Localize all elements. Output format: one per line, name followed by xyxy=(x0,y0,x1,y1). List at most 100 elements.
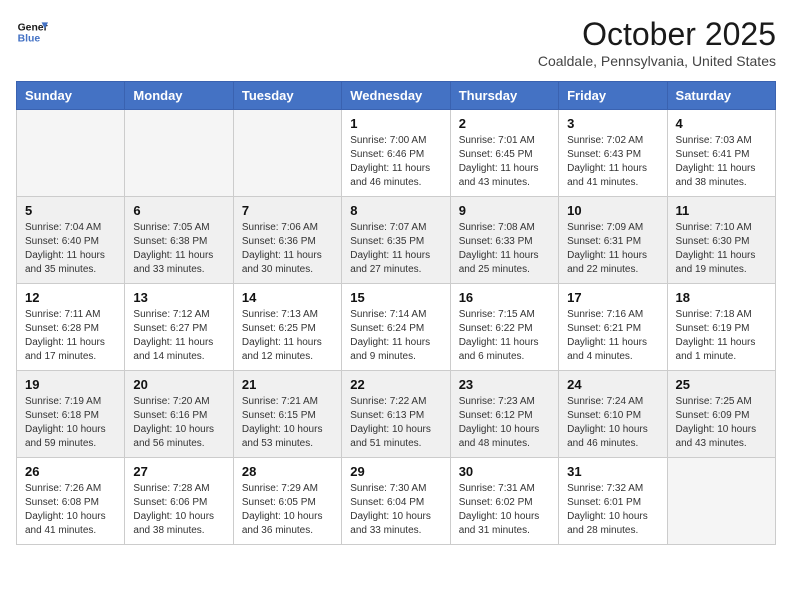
table-row: 14 Sunrise: 7:13 AM Sunset: 6:25 PM Dayli… xyxy=(233,284,341,371)
day-number: 13 xyxy=(133,290,224,305)
col-sunday: Sunday xyxy=(17,82,125,110)
table-row xyxy=(667,458,775,545)
day-info: Sunrise: 7:18 AM Sunset: 6:19 PM Dayligh… xyxy=(676,308,767,364)
table-row: 13 Sunrise: 7:12 AM Sunset: 6:27 PM Dayli… xyxy=(125,284,233,371)
day-info: Sunrise: 7:15 AM Sunset: 6:22 PM Dayligh… xyxy=(459,308,550,364)
day-number: 8 xyxy=(350,203,441,218)
day-number: 23 xyxy=(459,377,550,392)
table-row: 9 Sunrise: 7:08 AM Sunset: 6:33 PM Daylig… xyxy=(450,197,558,284)
svg-text:Blue: Blue xyxy=(18,34,41,45)
day-info: Sunrise: 7:32 AM Sunset: 6:01 PM Dayligh… xyxy=(567,482,658,538)
day-number: 20 xyxy=(133,377,224,392)
day-info: Sunrise: 7:24 AM Sunset: 6:10 PM Dayligh… xyxy=(567,395,658,451)
day-number: 16 xyxy=(459,290,550,305)
table-row: 2Sunrise: 7:01 AM Sunset: 6:45 PM Daylig… xyxy=(450,110,558,197)
calendar-week-row: 26 Sunrise: 7:26 AM Sunset: 6:08 PM Dayli… xyxy=(17,458,776,545)
table-row: 15 Sunrise: 7:14 AM Sunset: 6:24 PM Dayli… xyxy=(342,284,450,371)
day-info: Sunrise: 7:02 AM Sunset: 6:43 PM Dayligh… xyxy=(567,134,658,190)
table-row: 26 Sunrise: 7:26 AM Sunset: 6:08 PM Dayli… xyxy=(17,458,125,545)
day-info: Sunrise: 7:14 AM Sunset: 6:24 PM Dayligh… xyxy=(350,308,441,364)
table-row: 17Sunrise: 7:16 AM Sunset: 6:21 PM Dayli… xyxy=(559,284,667,371)
table-row xyxy=(17,110,125,197)
table-row: 16 Sunrise: 7:15 AM Sunset: 6:22 PM Dayli… xyxy=(450,284,558,371)
calendar-week-row: 12Sunrise: 7:11 AM Sunset: 6:28 PM Dayli… xyxy=(17,284,776,371)
col-saturday: Saturday xyxy=(667,82,775,110)
day-info: Sunrise: 7:07 AM Sunset: 6:35 PM Dayligh… xyxy=(350,221,441,277)
page-header: General Blue October 2025 Coaldale, Penn… xyxy=(16,16,776,69)
day-number: 15 xyxy=(350,290,441,305)
day-info: Sunrise: 7:19 AM Sunset: 6:18 PM Dayligh… xyxy=(25,395,116,451)
day-info: Sunrise: 7:10 AM Sunset: 6:30 PM Dayligh… xyxy=(676,221,767,277)
table-row xyxy=(125,110,233,197)
day-info: Sunrise: 7:22 AM Sunset: 6:13 PM Dayligh… xyxy=(350,395,441,451)
day-number: 12 xyxy=(25,290,116,305)
day-info: Sunrise: 7:05 AM Sunset: 6:38 PM Dayligh… xyxy=(133,221,224,277)
table-row: 30Sunrise: 7:31 AM Sunset: 6:02 PM Dayli… xyxy=(450,458,558,545)
col-tuesday: Tuesday xyxy=(233,82,341,110)
table-row: 1Sunrise: 7:00 AM Sunset: 6:46 PM Daylig… xyxy=(342,110,450,197)
table-row: 20 Sunrise: 7:20 AM Sunset: 6:16 PM Dayli… xyxy=(125,371,233,458)
table-row: 21 Sunrise: 7:21 AM Sunset: 6:15 PM Dayli… xyxy=(233,371,341,458)
day-info: Sunrise: 7:09 AM Sunset: 6:31 PM Dayligh… xyxy=(567,221,658,277)
day-info: Sunrise: 7:13 AM Sunset: 6:25 PM Dayligh… xyxy=(242,308,333,364)
day-number: 3 xyxy=(567,116,658,131)
day-info: Sunrise: 7:30 AM Sunset: 6:04 PM Dayligh… xyxy=(350,482,441,538)
day-number: 18 xyxy=(676,290,767,305)
day-number: 27 xyxy=(133,464,224,479)
col-monday: Monday xyxy=(125,82,233,110)
day-number: 17 xyxy=(567,290,658,305)
day-number: 28 xyxy=(242,464,333,479)
day-info: Sunrise: 7:23 AM Sunset: 6:12 PM Dayligh… xyxy=(459,395,550,451)
table-row: 4Sunrise: 7:03 AM Sunset: 6:41 PM Daylig… xyxy=(667,110,775,197)
table-row: 18 Sunrise: 7:18 AM Sunset: 6:19 PM Dayli… xyxy=(667,284,775,371)
day-info: Sunrise: 7:00 AM Sunset: 6:46 PM Dayligh… xyxy=(350,134,441,190)
logo: General Blue xyxy=(16,16,48,48)
day-number: 25 xyxy=(676,377,767,392)
table-row: 22Sunrise: 7:22 AM Sunset: 6:13 PM Dayli… xyxy=(342,371,450,458)
day-number: 24 xyxy=(567,377,658,392)
table-row: 7 Sunrise: 7:06 AM Sunset: 6:36 PM Daylig… xyxy=(233,197,341,284)
table-row: 6 Sunrise: 7:05 AM Sunset: 6:38 PM Daylig… xyxy=(125,197,233,284)
day-info: Sunrise: 7:06 AM Sunset: 6:36 PM Dayligh… xyxy=(242,221,333,277)
day-info: Sunrise: 7:12 AM Sunset: 6:27 PM Dayligh… xyxy=(133,308,224,364)
day-number: 31 xyxy=(567,464,658,479)
table-row: 8 Sunrise: 7:07 AM Sunset: 6:35 PM Daylig… xyxy=(342,197,450,284)
day-number: 21 xyxy=(242,377,333,392)
calendar-table: Sunday Monday Tuesday Wednesday Thursday… xyxy=(16,81,776,545)
col-thursday: Thursday xyxy=(450,82,558,110)
table-row: 5Sunrise: 7:04 AM Sunset: 6:40 PM Daylig… xyxy=(17,197,125,284)
calendar-header-row: Sunday Monday Tuesday Wednesday Thursday… xyxy=(17,82,776,110)
table-row: 10 Sunrise: 7:09 AM Sunset: 6:31 PM Dayli… xyxy=(559,197,667,284)
table-row: 12Sunrise: 7:11 AM Sunset: 6:28 PM Dayli… xyxy=(17,284,125,371)
day-number: 6 xyxy=(133,203,224,218)
day-number: 29 xyxy=(350,464,441,479)
day-number: 11 xyxy=(676,203,767,218)
day-info: Sunrise: 7:26 AM Sunset: 6:08 PM Dayligh… xyxy=(25,482,116,538)
day-info: Sunrise: 7:03 AM Sunset: 6:41 PM Dayligh… xyxy=(676,134,767,190)
col-friday: Friday xyxy=(559,82,667,110)
table-row: 19Sunrise: 7:19 AM Sunset: 6:18 PM Dayli… xyxy=(17,371,125,458)
day-number: 10 xyxy=(567,203,658,218)
day-info: Sunrise: 7:28 AM Sunset: 6:06 PM Dayligh… xyxy=(133,482,224,538)
table-row: 23 Sunrise: 7:23 AM Sunset: 6:12 PM Dayli… xyxy=(450,371,558,458)
day-number: 26 xyxy=(25,464,116,479)
day-info: Sunrise: 7:25 AM Sunset: 6:09 PM Dayligh… xyxy=(676,395,767,451)
day-number: 9 xyxy=(459,203,550,218)
logo-icon: General Blue xyxy=(16,16,48,48)
calendar-week-row: 1Sunrise: 7:00 AM Sunset: 6:46 PM Daylig… xyxy=(17,110,776,197)
day-info: Sunrise: 7:21 AM Sunset: 6:15 PM Dayligh… xyxy=(242,395,333,451)
day-info: Sunrise: 7:08 AM Sunset: 6:33 PM Dayligh… xyxy=(459,221,550,277)
table-row: 24 Sunrise: 7:24 AM Sunset: 6:10 PM Dayli… xyxy=(559,371,667,458)
location: Coaldale, Pennsylvania, United States xyxy=(538,53,776,69)
col-wednesday: Wednesday xyxy=(342,82,450,110)
title-area: October 2025 Coaldale, Pennsylvania, Uni… xyxy=(538,16,776,69)
day-number: 7 xyxy=(242,203,333,218)
table-row: 27 Sunrise: 7:28 AM Sunset: 6:06 PM Dayli… xyxy=(125,458,233,545)
table-row: 29 Sunrise: 7:30 AM Sunset: 6:04 PM Dayli… xyxy=(342,458,450,545)
table-row: 3 Sunrise: 7:02 AM Sunset: 6:43 PM Daylig… xyxy=(559,110,667,197)
table-row: 11 Sunrise: 7:10 AM Sunset: 6:30 PM Dayli… xyxy=(667,197,775,284)
day-info: Sunrise: 7:20 AM Sunset: 6:16 PM Dayligh… xyxy=(133,395,224,451)
day-number: 14 xyxy=(242,290,333,305)
table-row: 25 Sunrise: 7:25 AM Sunset: 6:09 PM Dayli… xyxy=(667,371,775,458)
day-number: 2 xyxy=(459,116,550,131)
